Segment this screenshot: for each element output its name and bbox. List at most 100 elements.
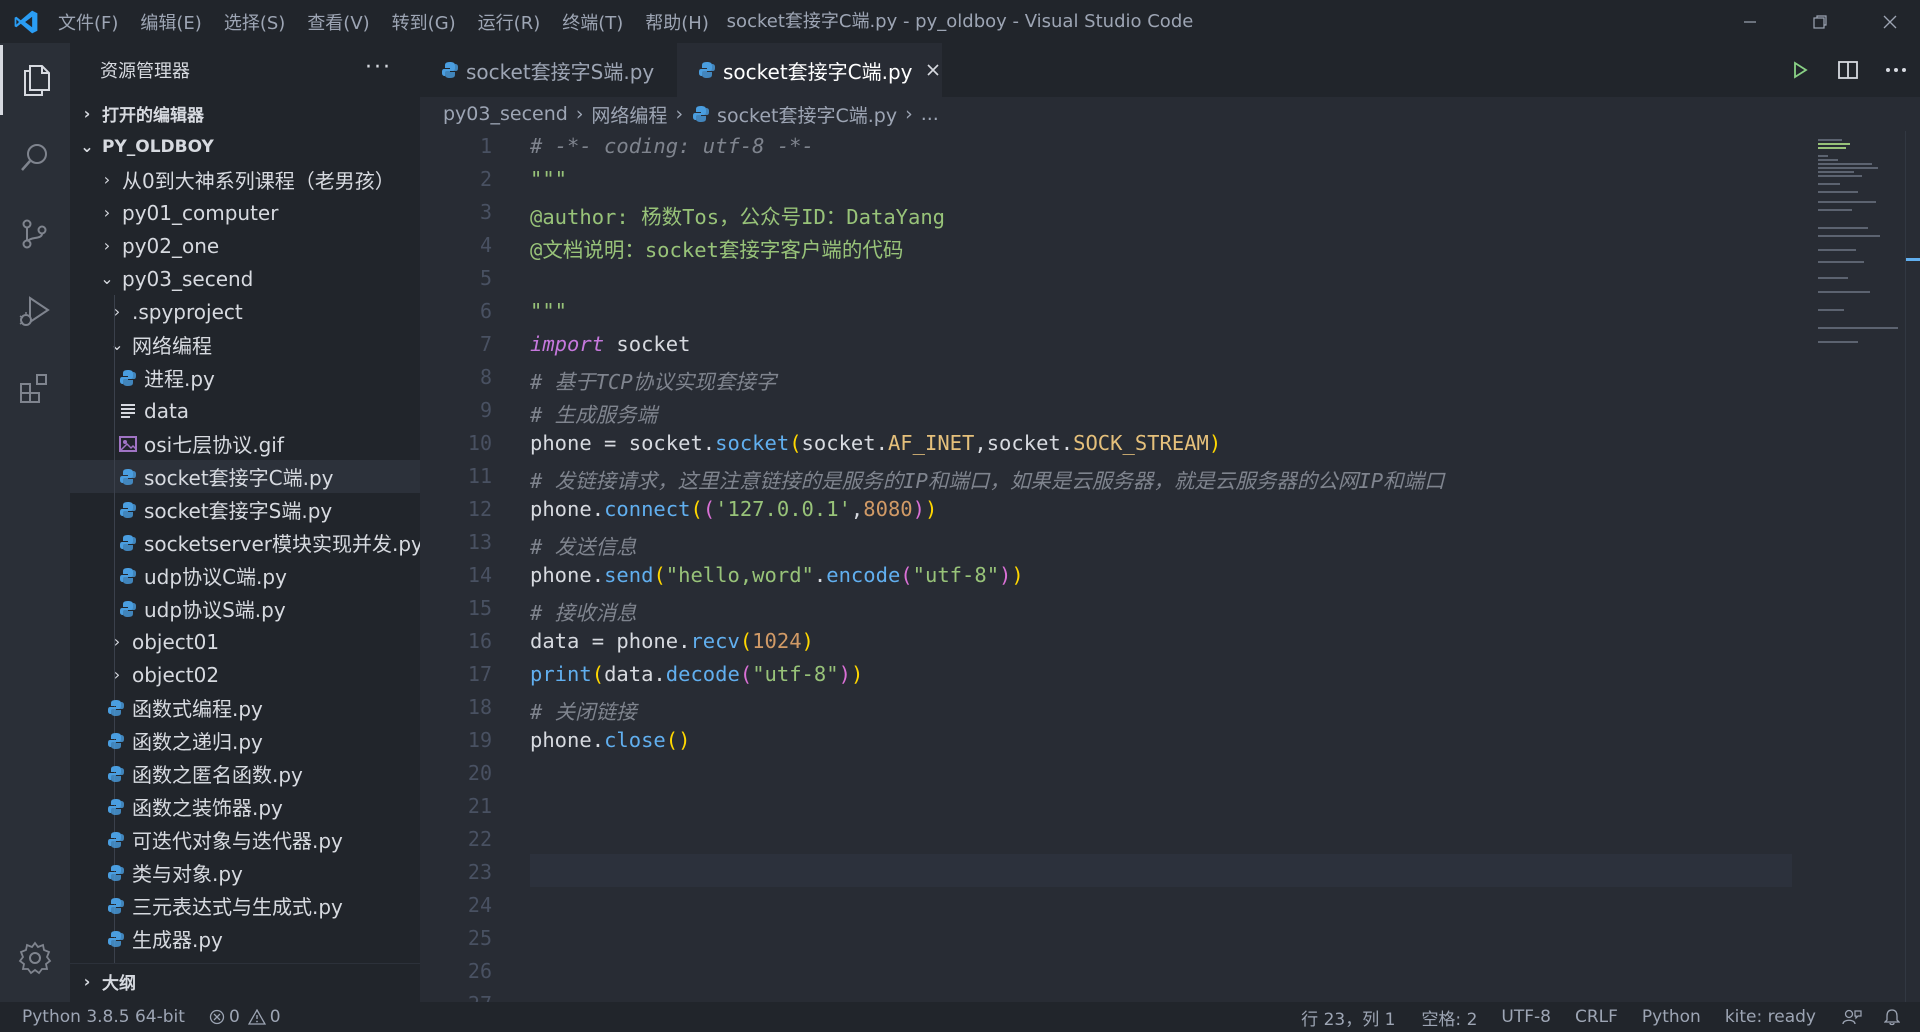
python-interpreter[interactable]: Python 3.8.5 64-bit (22, 1007, 185, 1027)
tree-folder[interactable]: › object02 (70, 658, 420, 691)
menu-run[interactable]: 运行(R) (478, 9, 541, 35)
python-file-icon (108, 699, 124, 716)
more-icon (1886, 68, 1906, 72)
chevron-right-icon: › (675, 103, 684, 125)
extensions-activity[interactable] (0, 353, 70, 423)
menu-terminal[interactable]: 终端(T) (562, 9, 623, 35)
tree-folder[interactable]: › py01_computer (70, 196, 420, 229)
minimap[interactable] (1798, 131, 1908, 1002)
run-debug-activity[interactable] (0, 276, 70, 346)
tree-file[interactable]: socket套接字S端.py (70, 493, 420, 526)
tree-file[interactable]: udp协议S端.py (70, 592, 420, 625)
python-file-icon (108, 897, 124, 914)
tree-item-label: data (144, 398, 190, 423)
open-editors-section[interactable]: › 打开的编辑器 (70, 97, 420, 130)
code-line: # 发链接请求，这里注意链接的是服务的IP和端口，如果是云服务器，就是云服务器的… (530, 469, 1445, 493)
search-activity[interactable] (0, 122, 70, 192)
feedback-button[interactable] (1842, 1008, 1862, 1026)
line-number: 16 (467, 629, 492, 653)
line-number: 10 (467, 431, 492, 455)
tab-socket-s[interactable]: socket套接字S端.py (420, 43, 676, 97)
tree-item-label: osi七层协议.gif (144, 433, 284, 457)
line-number: 26 (467, 959, 492, 983)
manage-activity[interactable] (0, 923, 70, 993)
code-editor[interactable]: 1 2 3 4 5 6 7 8 9 10 11 12 13 14 15 16 1… (420, 131, 1920, 1002)
kite-status[interactable]: kite: ready (1725, 1007, 1816, 1027)
end-of-line[interactable]: CRLF (1575, 1007, 1618, 1027)
outline-section[interactable]: › 大纲 (70, 963, 420, 999)
tree-file[interactable]: 函数之匿名函数.py (70, 757, 420, 790)
tree-folder[interactable]: › py02_one (70, 229, 420, 262)
tree-file[interactable]: data (70, 394, 420, 427)
explorer-activity[interactable] (0, 45, 70, 115)
tree-file[interactable]: 可迭代对象与迭代器.py (70, 823, 420, 856)
code-number: 8080 (863, 497, 913, 521)
tree-folder-open[interactable]: ⌄ py03_secend (70, 262, 420, 295)
notifications-button[interactable] (1884, 1008, 1900, 1026)
breadcrumb-item[interactable]: 网络编程 (591, 101, 667, 128)
minimize-button[interactable] (1720, 0, 1780, 43)
breadcrumb-item[interactable]: py03_secend (443, 103, 568, 125)
text-file-icon (121, 403, 135, 418)
code-line: phone.close() (530, 728, 691, 752)
run-file-button[interactable] (1776, 61, 1824, 79)
language-mode[interactable]: Python (1642, 1007, 1701, 1027)
indent-guide (114, 592, 115, 625)
warning-count: 0 (269, 1007, 281, 1027)
tree-folder[interactable]: › 从0到大神系列课程（老男孩） (70, 163, 420, 196)
code-line: phone.send("hello,word".encode("utf-8")) (530, 563, 1024, 587)
tree-folder-open[interactable]: ⌄ 网络编程 (70, 328, 420, 361)
cursor-position[interactable]: 行 23，列 1 (1301, 1005, 1395, 1030)
vertical-scrollbar[interactable] (1905, 131, 1920, 1002)
tree-item-label: udp协议C端.py (144, 565, 287, 589)
error-icon (209, 1009, 225, 1025)
breadcrumb-item[interactable]: ... (921, 103, 939, 125)
tab-socket-c[interactable]: socket套接字C端.py (677, 43, 942, 97)
tree-file[interactable]: 函数式编程.py (70, 691, 420, 724)
problems-indicator[interactable]: 0 0 (209, 1007, 281, 1027)
tree-item-label: socket套接字C端.py (144, 466, 334, 490)
indent-guide (114, 328, 115, 361)
python-file-icon (699, 62, 715, 78)
tree-file[interactable]: 进程.py (70, 361, 420, 394)
chevron-down-icon: ⌄ (110, 335, 124, 354)
tree-file[interactable]: 类与对象.py (70, 856, 420, 889)
menu-edit[interactable]: 编辑(E) (140, 9, 201, 35)
tree-file[interactable]: osi七层协议.gif (70, 427, 420, 460)
workspace-section[interactable]: ⌄ PY_OLDBOY (70, 130, 420, 163)
line-number: 12 (467, 497, 492, 521)
split-editor-button[interactable] (1824, 60, 1872, 80)
extensions-icon (20, 374, 47, 403)
encoding[interactable]: UTF-8 (1501, 1007, 1551, 1027)
play-icon (1794, 61, 1808, 79)
indentation[interactable]: 空格: 2 (1421, 1005, 1477, 1030)
tree-file[interactable]: 三元表达式与生成式.py (70, 889, 420, 922)
activity-bar (0, 43, 70, 1002)
code-string: "hello,word" (665, 563, 814, 587)
python-file-icon (120, 468, 136, 485)
breadcrumb-item[interactable]: socket套接字C端.py (717, 101, 897, 128)
menu-help[interactable]: 帮助(H) (645, 9, 709, 35)
tree-file[interactable]: 函数之装饰器.py (70, 790, 420, 823)
menu-go[interactable]: 转到(G) (392, 9, 456, 35)
menu-view[interactable]: 查看(V) (307, 9, 369, 35)
tree-item-label: 生成器.py (132, 928, 223, 952)
close-tab-icon[interactable] (925, 62, 941, 78)
tree-file[interactable]: 函数之递归.py (70, 724, 420, 757)
tree-file[interactable]: udp协议C端.py (70, 559, 420, 592)
close-window-button[interactable] (1860, 0, 1920, 43)
menu-file[interactable]: 文件(F) (58, 9, 118, 35)
more-actions-button[interactable]: ··· (365, 55, 392, 80)
indent-guide (114, 394, 115, 427)
tree-file[interactable]: 生成器.py (70, 922, 420, 955)
source-control-activity[interactable] (0, 199, 70, 269)
restore-button[interactable] (1790, 0, 1850, 43)
editor-more-button[interactable] (1872, 67, 1920, 73)
python-file-icon (108, 930, 124, 947)
menu-selection[interactable]: 选择(S) (224, 9, 285, 35)
tree-folder[interactable]: › .spyproject (70, 295, 420, 328)
tree-file-selected[interactable]: socket套接字C端.py (70, 460, 420, 493)
tree-folder[interactable]: › object01 (70, 625, 420, 658)
tree-file[interactable]: socketserver模块实现并发.py (70, 526, 420, 559)
current-line-highlight (530, 854, 1792, 887)
